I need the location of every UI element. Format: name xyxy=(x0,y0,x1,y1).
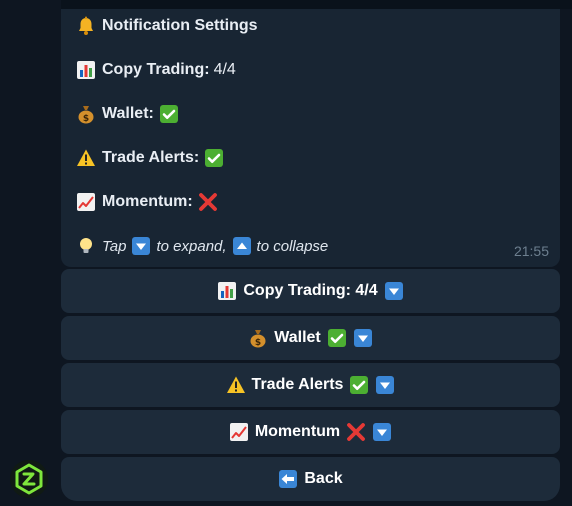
trade-alerts-button-label: Trade Alerts xyxy=(251,376,344,393)
back-button[interactable]: Back xyxy=(61,457,560,501)
chat-area: Notification Settings Copy Trading: 4/4 … xyxy=(0,0,572,506)
bell-icon xyxy=(76,16,96,36)
money-bag-icon: $ xyxy=(76,104,96,124)
trend-up-icon xyxy=(229,422,249,442)
wallet-label: Wallet: xyxy=(102,105,154,122)
bot-logo-icon xyxy=(10,460,48,498)
tip-expand-text: to expand, xyxy=(156,237,227,255)
copy-trading-button-label: Copy Trading: 4/4 xyxy=(243,282,378,299)
cross-mark-icon xyxy=(346,422,366,442)
copy-trading-line: Copy Trading: 4/4 xyxy=(76,57,236,83)
tip-tap-text: Tap xyxy=(102,237,127,255)
light-bulb-icon xyxy=(76,236,96,256)
momentum-label: Momentum: xyxy=(102,193,193,210)
check-mark-icon xyxy=(327,328,347,348)
trade-alerts-button[interactable]: Trade Alerts xyxy=(61,363,560,407)
check-mark-icon xyxy=(159,104,179,124)
bot-avatar[interactable] xyxy=(10,460,48,498)
wallet-line: $ Wallet: xyxy=(76,101,179,127)
money-bag-icon: $ xyxy=(248,328,268,348)
message-time: 21:55 xyxy=(513,243,549,259)
previous-message-edge xyxy=(61,0,572,9)
down-arrow-icon xyxy=(384,281,404,301)
bar-chart-icon xyxy=(76,60,96,80)
warning-icon xyxy=(76,148,96,168)
copy-trading-button[interactable]: Copy Trading: 4/4 xyxy=(61,269,560,313)
back-button-label: Back xyxy=(304,470,343,487)
momentum-button-label: Momentum xyxy=(254,423,341,440)
message-title: Notification Settings xyxy=(102,17,258,34)
down-arrow-icon xyxy=(375,375,395,395)
down-arrow-icon xyxy=(353,328,373,348)
up-arrow-icon xyxy=(232,236,252,256)
copy-trading-value: 4/4 xyxy=(213,61,236,78)
copy-trading-label: Copy Trading: xyxy=(102,61,210,78)
check-mark-icon xyxy=(349,375,369,395)
message-title-line: Notification Settings xyxy=(76,13,258,39)
wallet-button[interactable]: $ Wallet xyxy=(61,316,560,360)
tip-collapse-text: to collapse xyxy=(256,237,329,255)
tip-line: Tap to expand, to collapse xyxy=(76,233,328,259)
svg-text:$: $ xyxy=(83,114,89,124)
momentum-button[interactable]: Momentum xyxy=(61,410,560,454)
warning-icon xyxy=(226,375,246,395)
trade-alerts-line: Trade Alerts: xyxy=(76,145,224,171)
down-arrow-icon xyxy=(131,236,151,256)
back-arrow-icon xyxy=(278,469,298,489)
momentum-line: Momentum: xyxy=(76,189,218,215)
cross-mark-icon xyxy=(198,192,218,212)
bar-chart-icon xyxy=(217,281,237,301)
trend-up-icon xyxy=(76,192,96,212)
down-arrow-icon xyxy=(372,422,392,442)
check-mark-icon xyxy=(204,148,224,168)
message-bubble: Notification Settings Copy Trading: 4/4 … xyxy=(61,9,560,267)
trade-alerts-label: Trade Alerts: xyxy=(102,149,200,166)
wallet-button-label: Wallet xyxy=(274,329,321,346)
svg-text:$: $ xyxy=(255,338,261,348)
